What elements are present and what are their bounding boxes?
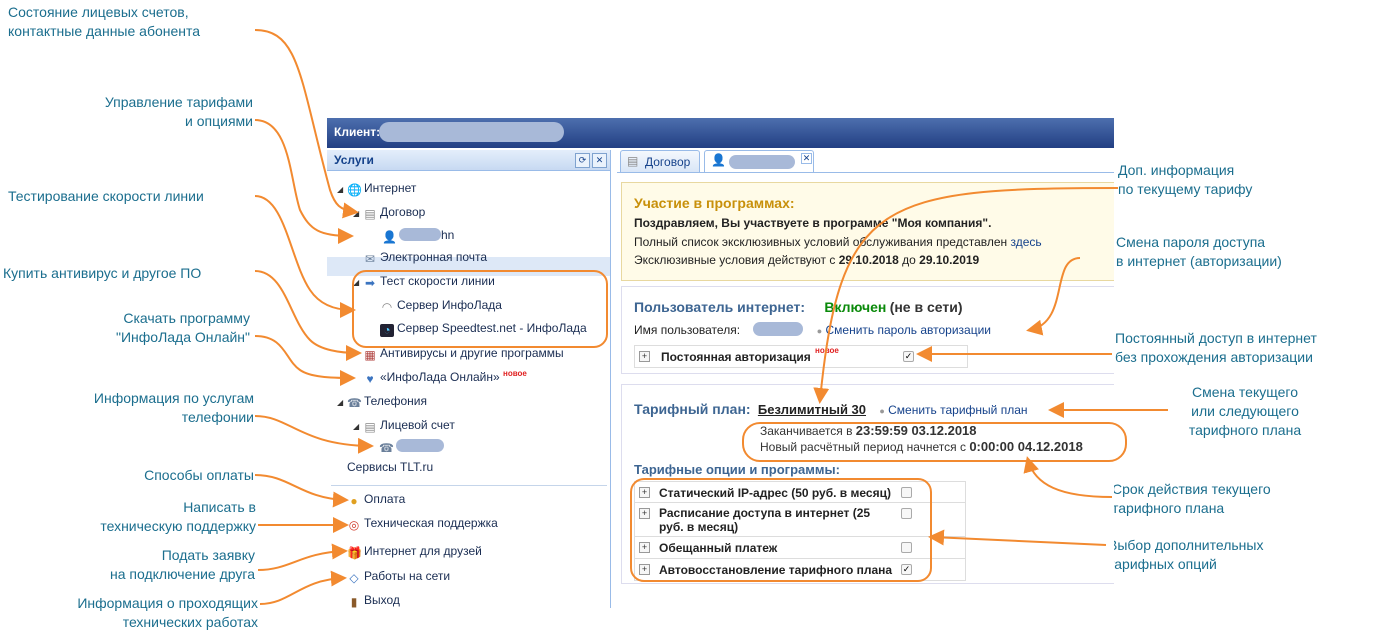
callout-arrows — [254, 29, 1168, 605]
